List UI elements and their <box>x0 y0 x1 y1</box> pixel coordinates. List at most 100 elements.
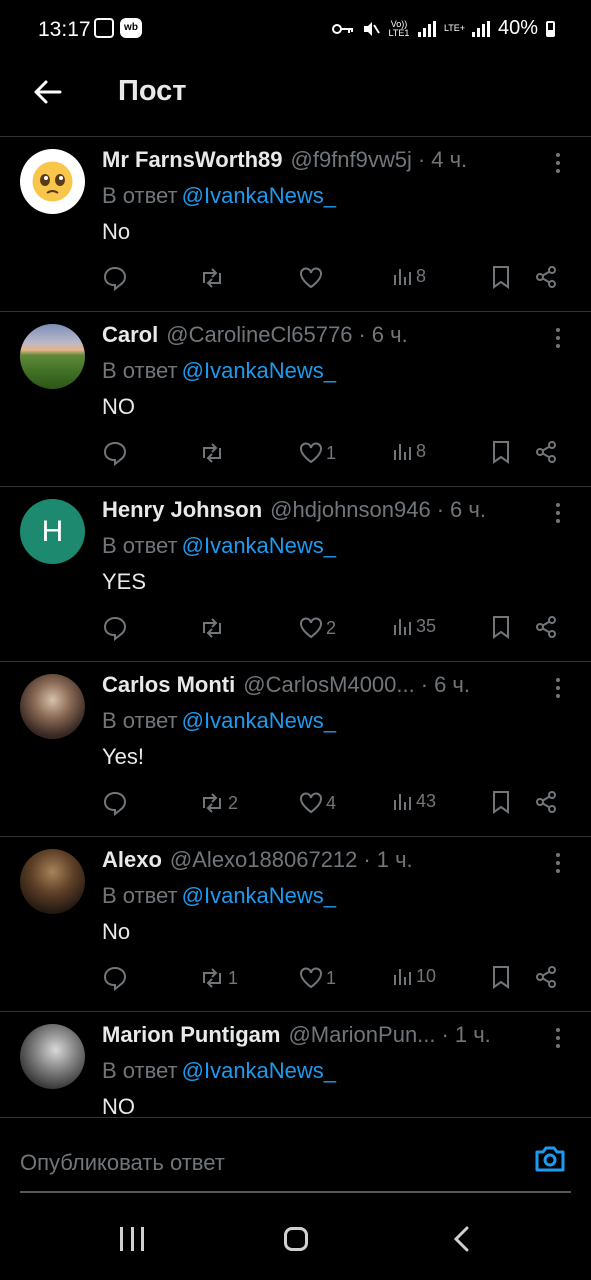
reply-post[interactable]: Carlos Monti @CarlosM4000... · 6 ч. В ответ… <box>0 662 591 837</box>
author-name[interactable]: Alexo <box>102 847 162 873</box>
reply-input[interactable]: Опубликовать ответ <box>20 1150 225 1176</box>
reply-post[interactable]: Alexo @Alexo188067212 · 1 ч. В ответ @Ivanka… <box>0 837 591 1012</box>
avatar[interactable] <box>20 149 85 214</box>
share-button[interactable] <box>534 790 558 814</box>
bookmark-button[interactable] <box>490 265 512 289</box>
reply-post[interactable]: Mr FarnsWorth89 @f9fnf9vw5j · 4 ч. В ответ @… <box>0 137 591 312</box>
mention-link[interactable]: @IvankaNews_ <box>182 358 336 383</box>
bookmark-icon <box>493 616 509 639</box>
clock: 13:17 <box>38 18 91 41</box>
share-icon <box>536 266 556 288</box>
repost-icon <box>203 793 221 813</box>
reply-prefix: В ответ <box>102 533 178 558</box>
repost-button[interactable] <box>198 615 228 641</box>
more-options-icon[interactable] <box>555 153 561 177</box>
share-button[interactable] <box>534 440 558 464</box>
system-back-button[interactable] <box>450 1225 474 1258</box>
more-options-icon[interactable] <box>555 853 561 877</box>
reply-composer[interactable]: Опубликовать ответ <box>0 1117 591 1198</box>
repost-count: 1 <box>228 967 239 988</box>
battery-level: 40% <box>497 17 538 39</box>
reply-button[interactable] <box>102 790 128 816</box>
share-button[interactable] <box>534 615 558 639</box>
like-button[interactable]: 2 <box>298 615 336 641</box>
reply-button[interactable] <box>102 265 128 291</box>
avatar[interactable] <box>20 674 85 739</box>
views-button[interactable]: 8 <box>392 440 426 462</box>
reply-prefix: В ответ <box>102 183 178 208</box>
reply-button[interactable] <box>102 615 128 641</box>
avatar[interactable]: H <box>20 499 85 564</box>
author-name[interactable]: Carol <box>102 322 158 348</box>
like-button[interactable]: 4 <box>298 790 336 816</box>
author-handle[interactable]: @CarolineCl65776 <box>166 322 352 348</box>
views-button[interactable]: 8 <box>392 265 426 287</box>
reply-button[interactable] <box>102 965 128 991</box>
mention-link[interactable]: @IvankaNews_ <box>182 883 336 908</box>
author-name[interactable]: Mr FarnsWorth89 <box>102 147 283 173</box>
bar-chart-icon <box>394 269 411 285</box>
reply-post[interactable]: H Henry Johnson @hdjohnson946 · 6 ч. В отве… <box>0 487 591 662</box>
repost-button[interactable] <box>198 265 228 291</box>
heart-icon <box>300 617 322 639</box>
mention-link[interactable]: @IvankaNews_ <box>182 183 336 208</box>
repost-button[interactable]: 1 <box>198 965 238 991</box>
more-options-icon[interactable] <box>555 503 561 527</box>
lte-indicator: LTE+ <box>443 23 466 33</box>
more-options-icon[interactable] <box>555 678 561 702</box>
more-options-icon[interactable] <box>555 1028 561 1052</box>
repost-button[interactable] <box>198 440 228 466</box>
avatar[interactable] <box>20 849 85 914</box>
author-handle[interactable]: @MarionPun... <box>288 1022 435 1048</box>
mention-link[interactable]: @IvankaNews_ <box>182 533 336 558</box>
views-button[interactable]: 35 <box>392 615 436 637</box>
more-options-icon[interactable] <box>555 328 561 352</box>
reply-prefix: В ответ <box>102 1058 178 1083</box>
reply-button[interactable] <box>102 440 128 466</box>
views-button[interactable]: 43 <box>392 790 436 812</box>
author-name[interactable]: Carlos Monti <box>102 672 235 698</box>
bookmark-button[interactable] <box>490 790 512 814</box>
like-button[interactable]: 1 <box>298 965 336 991</box>
heart-icon <box>300 792 322 814</box>
like-count: 2 <box>326 617 337 638</box>
post-actions: 2 4 43 <box>102 790 572 816</box>
bookmark-button[interactable] <box>490 965 512 989</box>
avatar[interactable] <box>20 324 85 389</box>
page-title: Пост <box>118 75 187 107</box>
bar-chart-icon <box>394 619 411 635</box>
bookmark-icon <box>493 966 509 989</box>
views-button[interactable]: 10 <box>392 965 436 987</box>
reply-post[interactable]: Marion Puntigam @MarionPun... · 1 ч. В отве… <box>0 1012 591 1117</box>
share-button[interactable] <box>534 965 558 989</box>
replies-list[interactable]: Mr FarnsWorth89 @f9fnf9vw5j · 4 ч. В ответ @… <box>0 137 591 1117</box>
post-time: 6 ч. <box>450 497 486 522</box>
bookmark-button[interactable] <box>490 440 512 464</box>
post-time: 4 ч. <box>431 147 468 172</box>
like-button[interactable]: 1 <box>298 440 336 466</box>
back-button[interactable] <box>30 74 66 110</box>
author-handle[interactable]: @f9fnf9vw5j <box>291 147 412 173</box>
like-button[interactable] <box>298 265 326 291</box>
author-handle[interactable]: @Alexo188067212 <box>170 847 357 873</box>
author-name[interactable]: Henry Johnson <box>102 497 262 523</box>
avatar[interactable] <box>20 1024 85 1089</box>
recent-apps-button[interactable] <box>120 1227 144 1251</box>
author-name[interactable]: Marion Puntigam <box>102 1022 280 1048</box>
like-count: 4 <box>326 792 337 813</box>
mention-link[interactable]: @IvankaNews_ <box>182 1058 336 1083</box>
bookmark-button[interactable] <box>490 615 512 639</box>
view-count: 43 <box>416 790 437 811</box>
post-text: NO <box>102 394 135 419</box>
share-button[interactable] <box>534 265 558 289</box>
post-time: 6 ч. <box>434 672 470 697</box>
mention-link[interactable]: @IvankaNews_ <box>182 708 336 733</box>
reply-post[interactable]: Carol @CarolineCl65776 · 6 ч. В ответ @Ivank… <box>0 312 591 487</box>
system-nav-bar <box>0 1197 591 1280</box>
input-underline <box>20 1191 571 1193</box>
repost-button[interactable]: 2 <box>198 790 238 816</box>
author-handle[interactable]: @hdjohnson946 <box>270 497 431 523</box>
camera-button[interactable] <box>533 1144 567 1179</box>
author-handle[interactable]: @CarlosM4000... <box>243 672 415 698</box>
home-button[interactable] <box>284 1227 308 1251</box>
